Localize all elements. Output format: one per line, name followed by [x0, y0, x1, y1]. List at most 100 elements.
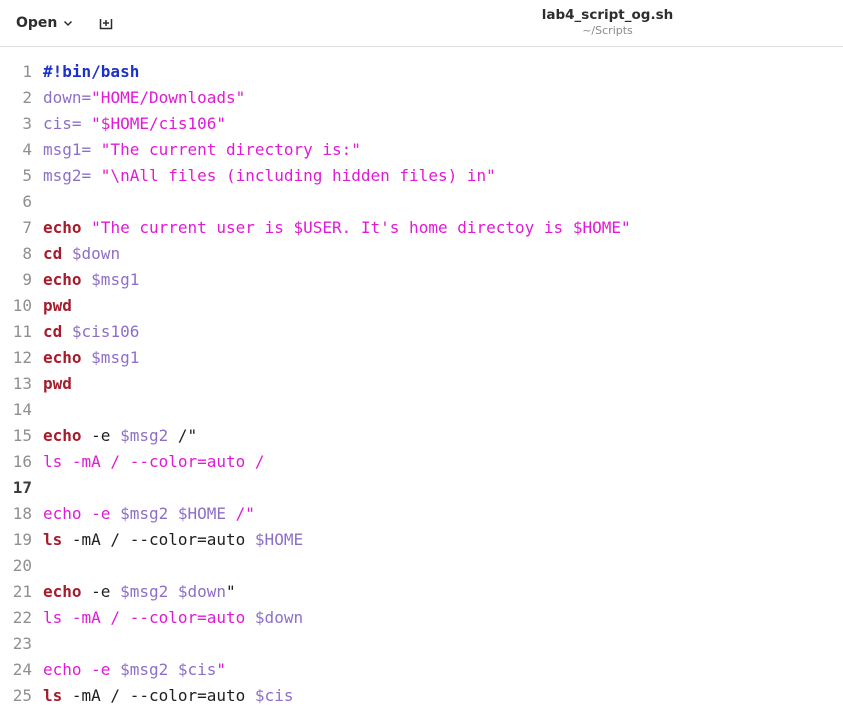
- code-token: $msg2: [120, 426, 169, 445]
- code-token: echo -e: [43, 660, 121, 679]
- code-text: cd $down: [43, 241, 120, 267]
- line-number: 13: [12, 374, 32, 393]
- code-token: echo: [43, 348, 82, 367]
- code-line[interactable]: 17: [0, 475, 843, 501]
- code-line[interactable]: 20: [0, 553, 843, 579]
- code-token: "\nAll files (including hidden files) in…: [100, 166, 496, 185]
- code-token: -mA / --color=auto: [62, 530, 255, 549]
- code-token: -e: [81, 426, 121, 445]
- code-token: echo: [43, 582, 82, 601]
- code-text: echo -e $msg2 $HOME /": [43, 501, 255, 527]
- code-text: echo "The current user is $USER. It's ho…: [43, 215, 631, 241]
- line-number: 20: [12, 556, 32, 575]
- line-number: 24: [12, 660, 32, 679]
- code-line[interactable]: 2 down="HOME/Downloads": [0, 85, 843, 111]
- file-path: ~/Scripts: [582, 24, 633, 37]
- code-text: pwd: [43, 371, 72, 397]
- code-line[interactable]: 21 echo -e $msg2 $down": [0, 579, 843, 605]
- code-line[interactable]: 25 ls -mA / --color=auto $cis: [0, 683, 843, 709]
- code-text: echo -e $msg2 $cis": [43, 657, 226, 683]
- line-number: 8: [22, 244, 32, 263]
- code-token: cd: [43, 322, 63, 341]
- code-text: msg1= "The current directory is:": [43, 137, 361, 163]
- code-token: $cis: [254, 686, 294, 705]
- code-token: cis=: [43, 114, 92, 133]
- code-token: msg1=: [43, 140, 101, 159]
- code-line[interactable]: 12 echo $msg1: [0, 345, 843, 371]
- code-line[interactable]: 7 echo "The current user is $USER. It's h…: [0, 215, 843, 241]
- code-text: echo -e $msg2 $down": [43, 579, 236, 605]
- code-text: cis= "$HOME/cis106": [43, 111, 226, 137]
- code-line[interactable]: 13 pwd: [0, 371, 843, 397]
- line-number: 4: [22, 140, 32, 159]
- new-tab-button[interactable]: [94, 11, 118, 35]
- code-token: cd: [43, 244, 63, 263]
- line-number: 7: [22, 218, 32, 237]
- code-line[interactable]: 22 ls -mA / --color=auto $down: [0, 605, 843, 631]
- code-line[interactable]: 16 ls -mA / --color=auto /: [0, 449, 843, 475]
- code-token: pwd: [43, 374, 72, 393]
- code-token: "HOME/Downloads": [91, 88, 246, 107]
- code-line[interactable]: 3 cis= "$HOME/cis106": [0, 111, 843, 137]
- code-text: echo $msg1: [43, 267, 139, 293]
- line-number: 12: [12, 348, 32, 367]
- line-number: 10: [12, 296, 32, 315]
- code-text: cd $cis106: [43, 319, 139, 345]
- line-number: 5: [22, 166, 32, 185]
- code-text: pwd: [43, 293, 72, 319]
- code-token: $HOME: [254, 530, 304, 549]
- code-line[interactable]: 4 msg1= "The current directory is:": [0, 137, 843, 163]
- open-button-label: Open: [16, 15, 58, 31]
- code-token: #!bin/bash: [43, 62, 140, 81]
- code-token: ls: [43, 530, 63, 549]
- code-line[interactable]: 10 pwd: [0, 293, 843, 319]
- line-number: 3: [22, 114, 32, 133]
- line-number: 19: [12, 530, 32, 549]
- open-button[interactable]: Open: [6, 8, 83, 38]
- code-token: pwd: [43, 296, 72, 315]
- code-token: $msg1: [91, 270, 140, 289]
- code-line[interactable]: 9 echo $msg1: [0, 267, 843, 293]
- code-token: ls: [43, 686, 63, 705]
- line-number: 14: [12, 400, 32, 419]
- code-line[interactable]: 6: [0, 189, 843, 215]
- code-text: #!bin/bash: [43, 59, 139, 85]
- code-text: ls -mA / --color=auto $cis: [43, 683, 293, 709]
- code-line[interactable]: 5 msg2= "\nAll files (including hidden fi…: [0, 163, 843, 189]
- code-token: $down: [71, 244, 121, 263]
- line-number: 25: [12, 686, 32, 705]
- code-line[interactable]: 23: [0, 631, 843, 657]
- code-line[interactable]: 11 cd $cis106: [0, 319, 843, 345]
- code-line[interactable]: 19 ls -mA / --color=auto $HOME: [0, 527, 843, 553]
- code-line[interactable]: 18 echo -e $msg2 $HOME /": [0, 501, 843, 527]
- code-editor[interactable]: 1 #!bin/bash 2 down="HOME/Downloads" 3 cis= "…: [0, 47, 843, 709]
- line-number: 6: [22, 192, 32, 211]
- code-text: echo -e $msg2 /": [43, 423, 197, 449]
- code-token: /": [168, 426, 198, 445]
- code-token: echo: [43, 426, 82, 445]
- code-line[interactable]: 14: [0, 397, 843, 423]
- line-number: 18: [12, 504, 32, 523]
- line-number: 22: [12, 608, 32, 627]
- code-line[interactable]: 1 #!bin/bash: [0, 59, 843, 85]
- code-line[interactable]: 15 echo -e $msg2 /": [0, 423, 843, 449]
- code-token: echo: [43, 218, 82, 237]
- code-token: down=: [43, 88, 92, 107]
- code-token: "The current directory is:": [100, 140, 361, 159]
- code-text: msg2= "\nAll files (including hidden fil…: [43, 163, 496, 189]
- code-token: /": [226, 504, 255, 523]
- code-token: "The current user is $USER. It's home di…: [91, 218, 631, 237]
- line-number: 21: [12, 582, 32, 601]
- code-line[interactable]: 8 cd $down: [0, 241, 843, 267]
- code-token: ls -mA / --color=auto /: [43, 452, 265, 471]
- code-line[interactable]: 24 echo -e $msg2 $cis": [0, 657, 843, 683]
- code-token: ": [216, 660, 227, 679]
- code-text: down="HOME/Downloads": [43, 85, 245, 111]
- code-token: $down: [254, 608, 304, 627]
- code-token: $msg1: [91, 348, 140, 367]
- line-number: 23: [12, 634, 32, 653]
